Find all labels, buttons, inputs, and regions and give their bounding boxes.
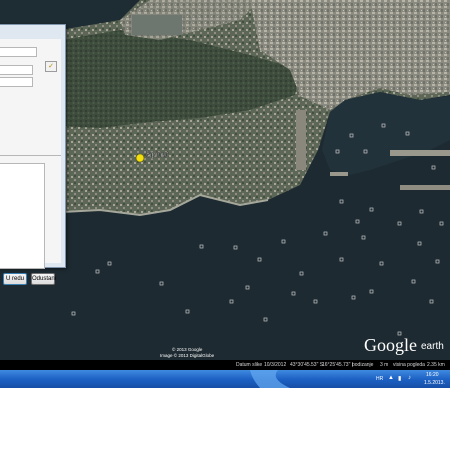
- name-input[interactable]: [0, 47, 37, 57]
- pier: [400, 185, 450, 190]
- attribution-line1: © 2013 Google: [172, 346, 203, 352]
- pier: [330, 172, 348, 176]
- latitude-readout: 43°30'45.53" S: [290, 362, 324, 368]
- status-bar: Datum slike 10/3/2012 43°30'45.53" S 16°…: [0, 360, 450, 370]
- tab-divider: [0, 155, 61, 156]
- google-logo-text: Google: [364, 335, 417, 355]
- dialog-body: ✓: [0, 39, 61, 269]
- language-indicator[interactable]: HR: [376, 376, 383, 382]
- clock-date[interactable]: 1.5.2013.: [424, 380, 445, 386]
- cancel-button[interactable]: Odustani: [31, 273, 56, 285]
- placemark-pin-icon: [135, 153, 145, 163]
- eye-altitude-label: visina pogleda: [393, 362, 425, 368]
- windows-taskbar: HR ▲ ▮ ♪ 16:20 1.5.2013.: [0, 370, 450, 388]
- system-tray: HR ▲ ▮ ♪ 16:20 1.5.2013.: [372, 370, 450, 388]
- screen: Spinut © 2013 Google Image © 2013 Digita…: [0, 0, 450, 388]
- elevation-value: 3 m: [380, 362, 389, 368]
- pushpin-icon[interactable]: ✓: [45, 61, 57, 72]
- marina: [132, 15, 182, 35]
- satellite-map[interactable]: Spinut © 2013 Google Image © 2013 Digita…: [0, 0, 450, 370]
- image-date-label: Datum slike: [236, 362, 263, 368]
- network-icon[interactable]: ▮: [398, 375, 401, 382]
- image-date-value: 10/3/2012: [264, 362, 287, 368]
- eye-altitude-value: 2.35 km: [427, 362, 445, 368]
- attribution-line2: Image © 2013 DigitalGlobe: [160, 352, 215, 358]
- elevation-label: podizanje: [352, 362, 374, 368]
- tray-arrow-icon[interactable]: ▲: [388, 375, 394, 381]
- longitude-readout: 16°25'45.73" I: [322, 362, 354, 368]
- taskbar-swoosh: [250, 370, 290, 388]
- description-textarea[interactable]: [0, 163, 45, 269]
- ok-button[interactable]: U redu: [3, 273, 27, 285]
- longitude-input[interactable]: [0, 77, 33, 87]
- volume-icon[interactable]: ♪: [408, 375, 411, 381]
- pier: [390, 150, 450, 156]
- placemark-label: Spinut: [146, 150, 169, 159]
- clock-time[interactable]: 16:20: [426, 372, 439, 378]
- pier: [296, 110, 306, 170]
- earth-logo-text: earth: [421, 341, 444, 352]
- latitude-input[interactable]: [0, 65, 33, 75]
- edit-placemark-dialog: ✓ U redu Odustani: [0, 24, 66, 285]
